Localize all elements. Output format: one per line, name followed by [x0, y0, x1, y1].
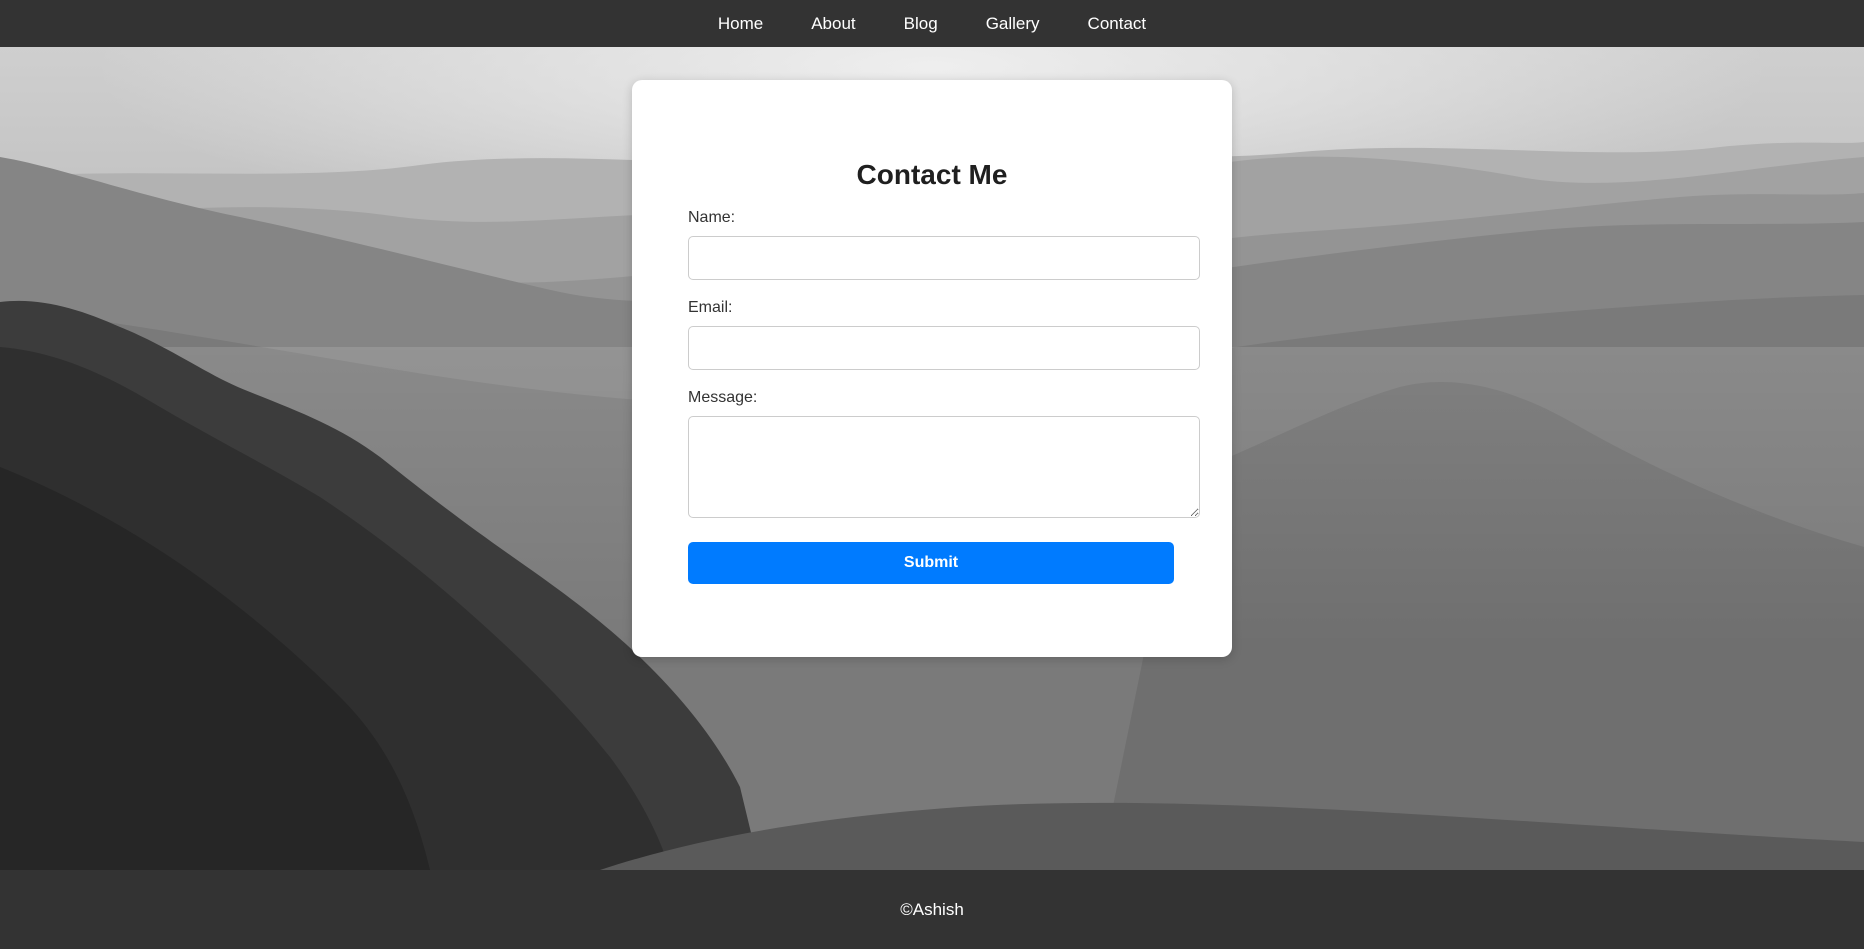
nav-link-gallery[interactable]: Gallery [962, 0, 1064, 47]
nav-link-home[interactable]: Home [694, 0, 787, 47]
copyright-text: ©Ashish [900, 899, 964, 919]
top-navbar: Home About Blog Gallery Contact [0, 0, 1864, 47]
name-label: Name: [688, 209, 736, 226]
nav-link-blog[interactable]: Blog [880, 0, 962, 47]
message-label: Message: [688, 389, 758, 406]
page-footer: ©Ashish [0, 870, 1864, 949]
submit-button[interactable]: Submit [688, 542, 1174, 584]
email-label: Email: [688, 299, 733, 316]
email-input[interactable] [688, 326, 1200, 370]
contact-form-title: Contact Me [856, 159, 1008, 190]
name-input[interactable] [688, 236, 1200, 280]
nav-link-about[interactable]: About [787, 0, 879, 47]
message-textarea[interactable] [688, 416, 1200, 518]
nav-link-contact[interactable]: Contact [1064, 0, 1171, 47]
contact-form-card: Contact Me Name: Email: Message: Submit [632, 80, 1232, 657]
